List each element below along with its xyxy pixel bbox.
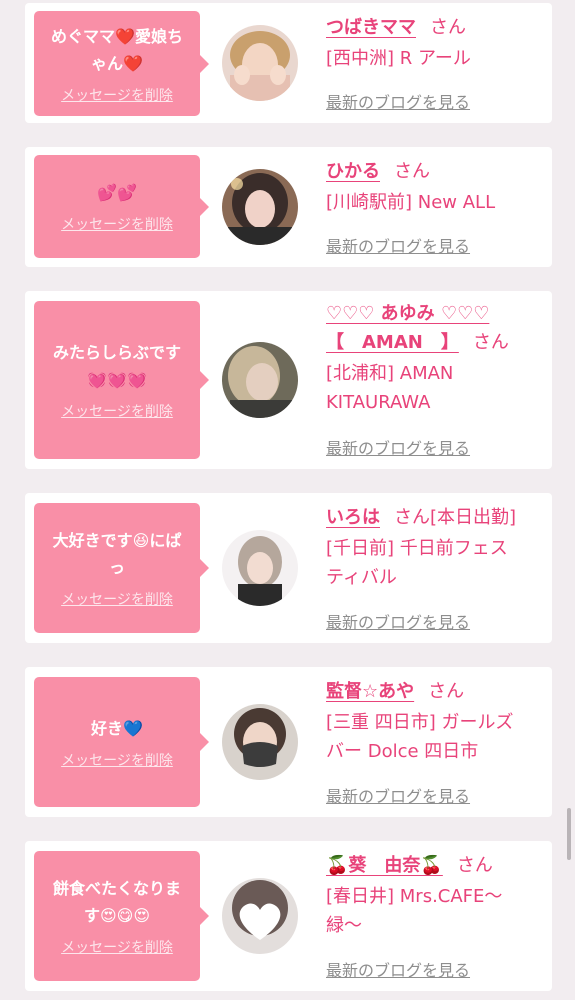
message-text: 好き💙 — [91, 718, 143, 738]
avatar[interactable] — [222, 878, 298, 954]
message-text: みたらしらぶです 💓💓💓 — [52, 343, 181, 389]
scrollbar[interactable] — [567, 808, 571, 860]
girl-name-link[interactable]: つばきママ — [326, 17, 416, 38]
latest-blog-link[interactable]: 最新のブログを見る — [326, 783, 470, 807]
shop-info: [三重 四日市] ガールズ バー Dolce 四日市 — [326, 712, 514, 762]
avatar-image — [222, 25, 298, 101]
message-text: 餅食べたくなりま す😍😋😍 — [52, 879, 181, 925]
girl-name-link[interactable]: 🍒葵 由奈🍒 — [326, 855, 443, 876]
message-card: めぐママ❤️愛娘ち ゃん❤️ メッセージを削除 つばきママ さん [西中洲] R … — [25, 3, 552, 123]
message-text: 大好きです😆にぱ っ — [52, 531, 182, 577]
honorific: さん — [430, 17, 466, 38]
avatar-image — [222, 342, 298, 418]
latest-blog-link[interactable]: 最新のブログを見る — [326, 609, 470, 633]
delete-message-link[interactable]: メッセージを削除 — [61, 214, 173, 234]
shop-info: [春日井] Mrs.CAFE～ 緑～ — [326, 886, 503, 936]
girl-name-link[interactable]: 監督☆あや — [326, 681, 414, 702]
honorific: さん — [456, 855, 493, 876]
avatar[interactable] — [222, 169, 298, 245]
shop-info: [北浦和] AMAN KITAURAWA — [326, 363, 454, 413]
avatar[interactable] — [222, 704, 298, 780]
girl-name-link[interactable]: いろは — [326, 507, 380, 528]
honorific: さん — [472, 332, 509, 353]
delete-message-link[interactable]: メッセージを削除 — [61, 937, 173, 957]
honorific: さん — [394, 507, 430, 528]
message-text: 💕💕 — [97, 183, 137, 202]
delete-message-link[interactable]: メッセージを削除 — [61, 401, 173, 421]
message-card: 💕💕 メッセージを削除 ひかる さん [川崎駅前] New ALL 最新のブログを… — [25, 147, 552, 267]
avatar[interactable] — [222, 342, 298, 418]
message-bubble: 好き💙 メッセージを削除 — [34, 677, 209, 807]
message-card: みたらしらぶです 💓💓💓 メッセージを削除 ♡♡♡ あゆみ ♡♡♡ 【 AMAN… — [25, 291, 552, 469]
profile-info: 監督☆あや さん [三重 四日市] ガールズ バー Dolce 四日市 — [326, 677, 548, 766]
message-bubble: 大好きです😆にぱ っ メッセージを削除 — [34, 503, 209, 633]
profile-info: いろは さん[本日出勤] [千日前] 千日前フェス ティバル — [326, 503, 548, 592]
message-text: めぐママ❤️愛娘ち ゃん❤️ — [51, 26, 183, 73]
avatar-image — [222, 530, 298, 606]
shop-info: [千日前] 千日前フェス ティバル — [326, 538, 508, 588]
latest-blog-link[interactable]: 最新のブログを見る — [326, 233, 470, 257]
delete-message-link[interactable]: メッセージを削除 — [61, 589, 173, 609]
profile-info: 🍒葵 由奈🍒 さん [春日井] Mrs.CAFE～ 緑～ — [326, 851, 548, 940]
latest-blog-link[interactable]: 最新のブログを見る — [326, 435, 470, 459]
message-bubble: 餅食べたくなりま す😍😋😍 メッセージを削除 — [34, 851, 209, 981]
girl-name-link-line2[interactable]: 【 AMAN 】 — [326, 332, 459, 353]
profile-info: ♡♡♡ あゆみ ♡♡♡ 【 AMAN 】さん [北浦和] AMAN KITAUR… — [326, 299, 548, 417]
avatar-image — [222, 169, 298, 245]
girl-name-link[interactable]: ♡♡♡ あゆみ ♡♡♡ — [326, 303, 489, 324]
shop-info: [西中洲] R アール — [326, 48, 471, 69]
message-card: 好き💙 メッセージを削除 監督☆あや さん [三重 四日市] ガールズ バー Do… — [25, 667, 552, 817]
profile-info: ひかる さん [川崎駅前] New ALL — [326, 157, 548, 217]
girl-name-link[interactable]: ひかる — [326, 161, 380, 182]
honorific: さん — [394, 161, 430, 182]
avatar[interactable] — [222, 25, 298, 101]
profile-info: つばきママ さん [西中洲] R アール — [326, 13, 548, 73]
delete-message-link[interactable]: メッセージを削除 — [61, 750, 173, 770]
latest-blog-link[interactable]: 最新のブログを見る — [326, 957, 470, 981]
message-bubble: みたらしらぶです 💓💓💓 メッセージを削除 — [34, 301, 209, 459]
avatar-image — [222, 878, 298, 954]
message-bubble: めぐママ❤️愛娘ち ゃん❤️ メッセージを削除 — [34, 11, 209, 116]
latest-blog-link[interactable]: 最新のブログを見る — [326, 89, 470, 113]
delete-message-link[interactable]: メッセージを削除 — [61, 85, 173, 105]
message-card: 大好きです😆にぱ っ メッセージを削除 いろは さん[本日出勤] [千日前] 千日… — [25, 493, 552, 643]
message-card: 餅食べたくなりま す😍😋😍 メッセージを削除 🍒葵 由奈🍒 さん [春日井] Mr… — [25, 841, 552, 991]
status-suffix: [本日出勤] — [430, 507, 517, 528]
honorific: さん — [428, 681, 465, 702]
message-bubble: 💕💕 メッセージを削除 — [34, 155, 209, 258]
avatar[interactable] — [222, 530, 298, 606]
avatar-image — [222, 704, 298, 780]
shop-info: [川崎駅前] New ALL — [326, 192, 496, 213]
